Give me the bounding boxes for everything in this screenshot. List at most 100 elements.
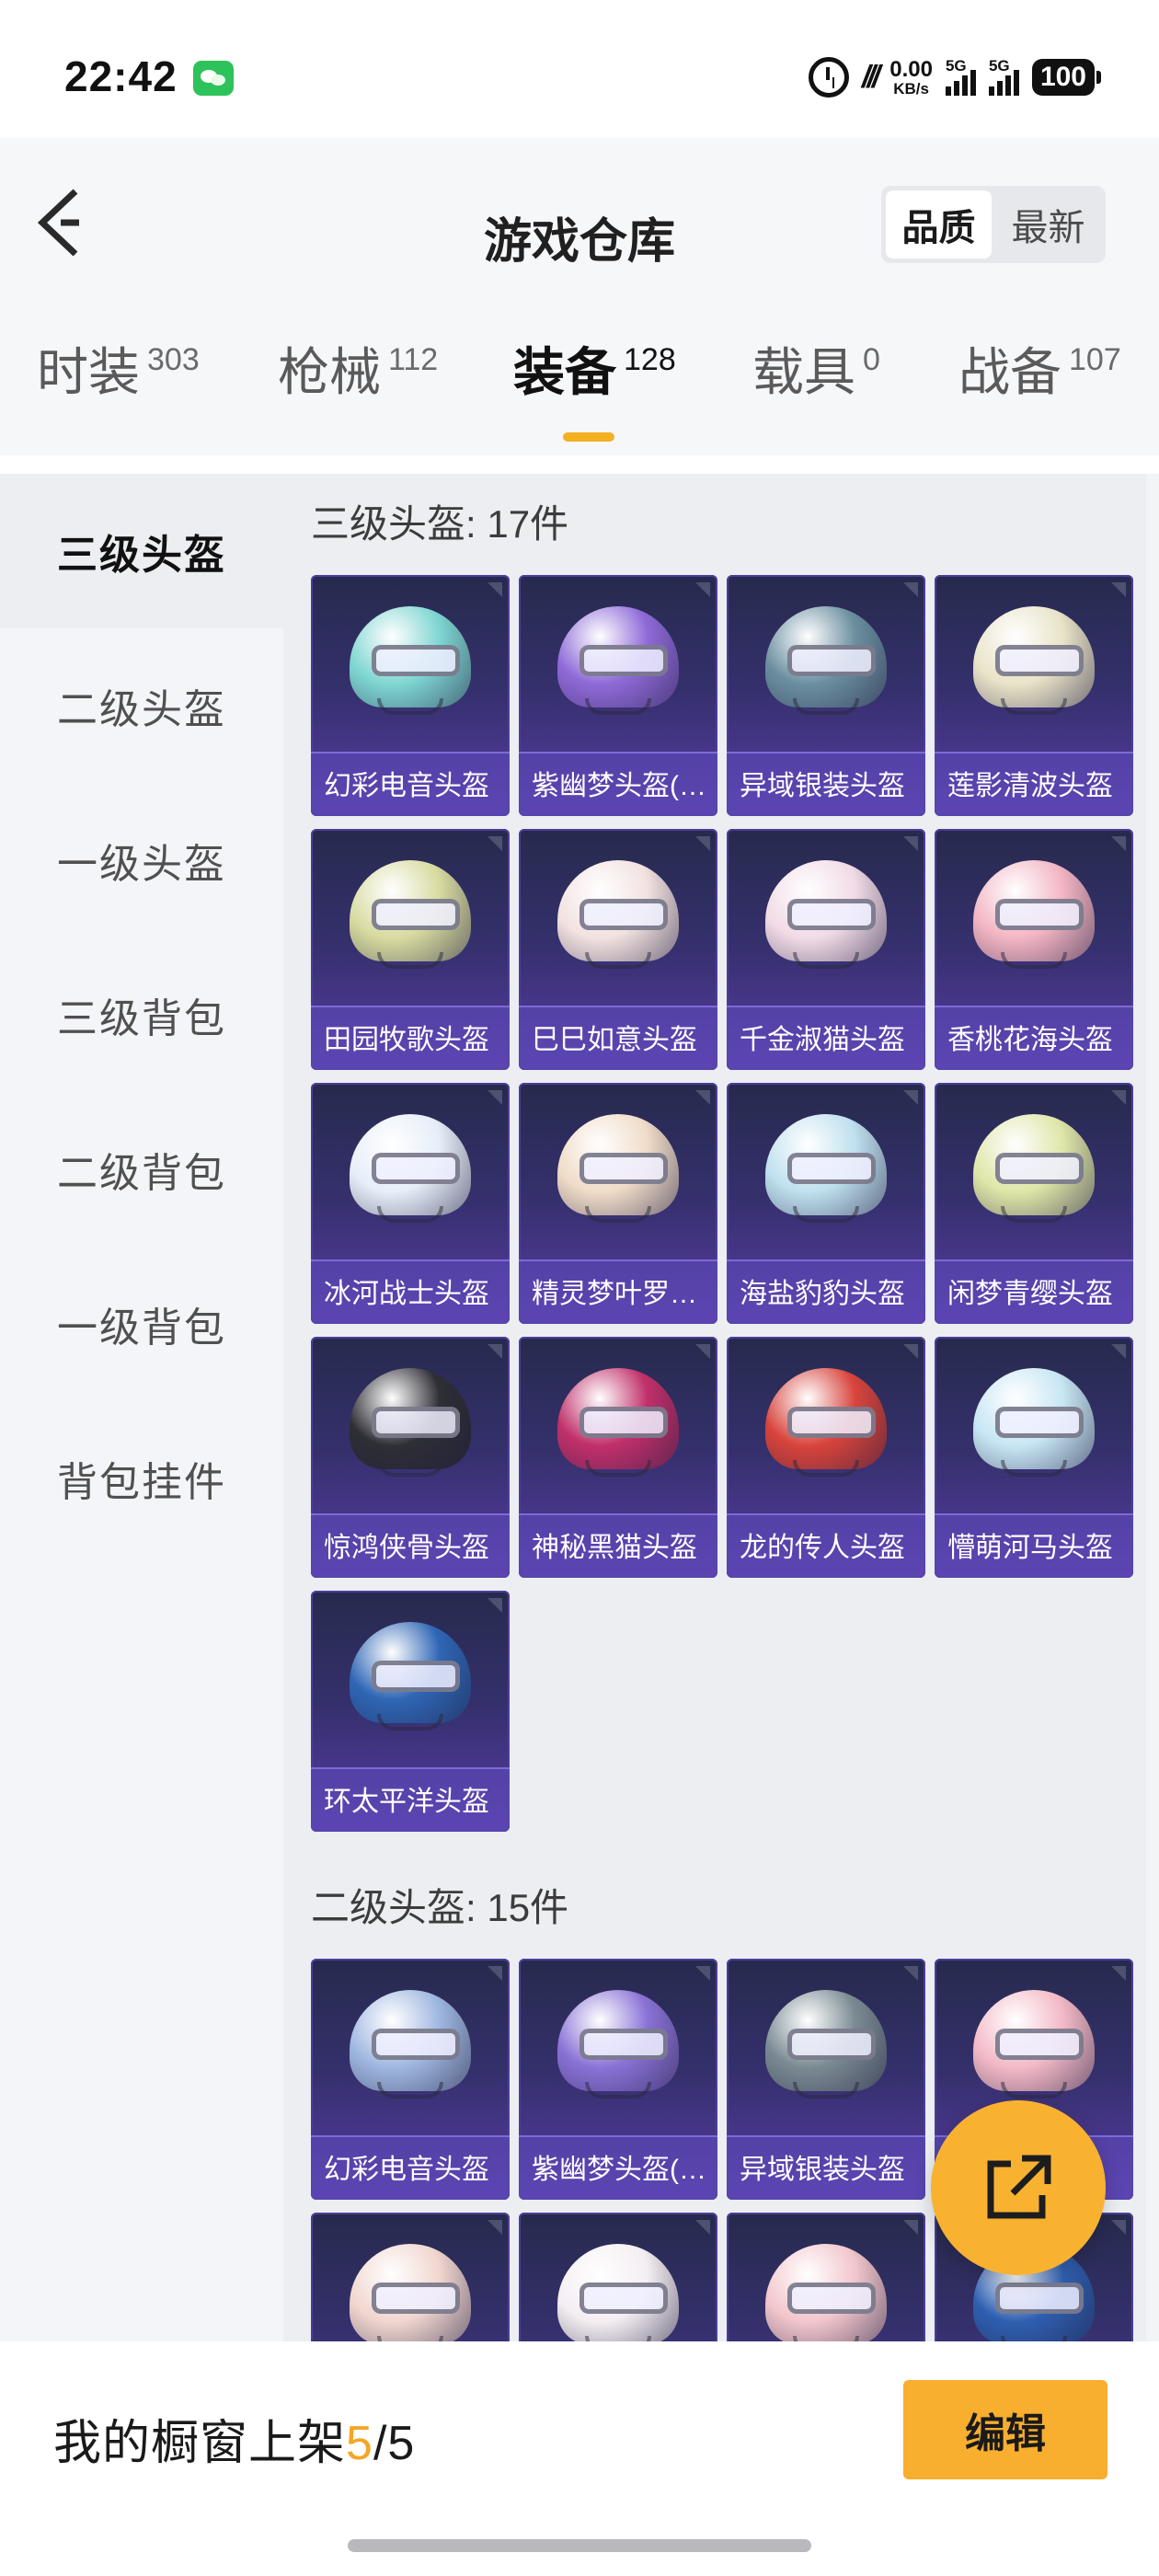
item-card[interactable]: 田园牧歌头盔 [311,829,510,1070]
sort-quality-button[interactable]: 品质 [886,190,992,259]
sidebar-item-level2-helmet[interactable]: 二级头盔 [0,628,283,783]
scrollbar[interactable] [1146,474,1159,2341]
item-name: 千金淑猫头盔 [740,1025,905,1055]
sidebar-item-level1-helmet[interactable]: 一级头盔 [0,783,283,937]
item-card[interactable]: 异域银装头盔 [727,575,925,816]
battery-icon: 100 [1031,59,1102,96]
item-card[interactable]: 紫幽梦头盔(二级) [519,1959,717,2200]
signal-icon: 5G [945,57,976,96]
item-card[interactable]: 千金淑猫头盔 [727,829,925,1070]
sidebar-item-backpack-charm[interactable]: 背包挂件 [0,1401,283,1556]
sidebar: 三级头盔 二级头盔 一级头盔 三级背包 二级背包 一级背包 背包挂件 [0,474,283,2341]
item-card[interactable]: 幻彩电音头盔 [311,1959,510,2200]
item-name: 幻彩电音头盔 [324,2155,489,2185]
status-icons: /// 0.00 KB/s 5G 5G 100 [808,53,1102,101]
helmet-icon [973,1114,1095,1226]
category-tabs: 时装 303 枪械 112 装备 128 载具 0 战备 107 [0,331,1159,451]
item-name: 龙的传人头盔 [740,1533,905,1563]
helmet-icon [765,1114,887,1226]
item-card[interactable]: 异域银装头盔 [727,1959,925,2200]
helmet-icon [557,1368,679,1480]
helmet-icon [973,860,1095,972]
item-name: 神秘黑猫头盔 [532,1533,697,1563]
signal-icon-2: 5G [988,57,1019,96]
item-name: 闲梦青缨头盔 [947,1279,1113,1309]
tab-supplies[interactable]: 战备 107 [958,331,1121,442]
item-name: 冰河战士头盔 [324,1279,489,1309]
showcase-status: 我的橱窗上架5/5 [53,2417,416,2470]
item-name: 异域银装头盔 [740,2155,905,2185]
sidebar-item-level2-backpack[interactable]: 二级背包 [0,1092,283,1247]
item-name: 紫幽梦头盔(三级) [532,771,708,801]
item-list: 三级头盔: 17件 幻彩电音头盔 紫幽梦头盔(三级) 异域银装头盔 莲影清波头盔田园牧… [311,474,1139,2341]
item-card[interactable] [311,2213,510,2341]
helmet-icon [350,1990,471,2102]
home-indicator[interactable] [348,2539,811,2552]
sidebar-item-level3-helmet[interactable]: 三级头盔 [0,474,283,628]
item-card[interactable]: 冰河战士头盔 [311,1083,510,1324]
sort-newest-button[interactable]: 最新 [995,190,1101,259]
item-card[interactable]: 精灵梦叶罗头盔 [519,1083,717,1324]
item-card[interactable]: 环太平洋头盔 [311,1591,510,1832]
item-card[interactable]: 海盐豹豹头盔 [727,1083,925,1324]
item-card[interactable]: 香桃花海头盔 [935,829,1133,1070]
helmet-icon [765,606,887,719]
item-name: 莲影清波头盔 [947,771,1113,801]
item-name: 海盐豹豹头盔 [740,1279,905,1309]
item-name: 香桃花海头盔 [947,1025,1113,1055]
helmet-icon [557,2244,679,2341]
item-name: 异域银装头盔 [740,771,905,801]
helmet-icon [973,606,1095,719]
share-button[interactable] [931,2100,1106,2275]
section-title: 三级头盔: 17件 [311,502,569,546]
helmet-icon [350,606,471,719]
item-name: 环太平洋头盔 [324,1787,489,1817]
item-card[interactable]: 懵萌河马头盔 [935,1337,1133,1578]
sort-toggle: 品质 最新 [881,186,1106,263]
tab-guns[interactable]: 枪械 112 [278,331,438,442]
item-name: 田园牧歌头盔 [324,1025,489,1055]
status-bar: 22:42 /// 0.00 KB/s 5G 5G 100 [0,0,1159,138]
item-grid: 幻彩电音头盔 紫幽梦头盔(三级) 异域银装头盔 莲影清波头盔田园牧歌头盔 巳巳如意头盔 千… [311,575,1139,1832]
item-name: 懵萌河马头盔 [947,1533,1113,1563]
helmet-icon [350,860,471,972]
item-name: 精灵梦叶罗头盔 [532,1279,708,1309]
item-card[interactable]: 神秘黑猫头盔 [519,1337,717,1578]
helmet-icon [350,1368,471,1480]
item-name: 紫幽梦头盔(二级) [532,2155,708,2185]
item-name: 巳巳如意头盔 [532,1025,697,1055]
helmet-icon [973,1990,1095,2102]
item-card[interactable] [727,2213,925,2341]
network-speed: 0.00 KB/s [889,56,933,98]
page-header: 游戏仓库 品质 最新 时装 303 枪械 112 装备 128 载具 0 战备 107 [0,138,1159,455]
tab-fashion[interactable]: 时装 303 [37,331,200,442]
item-card[interactable]: 紫幽梦头盔(三级) [519,575,717,816]
helmet-icon [765,1368,887,1480]
edit-button[interactable]: 编辑 [903,2380,1107,2479]
tab-vehicles[interactable]: 载具 0 [752,331,880,442]
helmet-icon [557,1990,679,2102]
tab-equipment[interactable]: 装备 128 [513,331,676,442]
helmet-icon [350,1114,471,1226]
status-time: 22:42 [64,52,178,100]
item-card[interactable]: 闲梦青缨头盔 [935,1083,1133,1324]
item-card[interactable] [519,2213,717,2341]
helmet-icon [350,2244,471,2341]
item-card[interactable]: 幻彩电音头盔 [311,575,510,816]
sidebar-item-level3-backpack[interactable]: 三级背包 [0,937,283,1092]
item-card[interactable]: 惊鸿侠骨头盔 [311,1337,510,1578]
helmet-icon [765,1990,887,2102]
helmet-icon [765,2244,887,2341]
mobile-data-icon: /// [861,59,880,95]
helmet-icon [350,1622,471,1734]
item-card[interactable]: 莲影清波头盔 [935,575,1133,816]
helmet-icon [557,606,679,719]
item-name: 惊鸿侠骨头盔 [324,1533,489,1563]
helmet-icon [765,860,887,972]
alarm-icon [808,57,849,98]
item-card[interactable]: 巳巳如意头盔 [519,829,717,1070]
item-card[interactable]: 龙的传人头盔 [727,1337,925,1578]
section-title: 二级头盔: 15件 [311,1886,569,1929]
share-external-icon [987,2155,1051,2219]
sidebar-item-level1-backpack[interactable]: 一级背包 [0,1247,283,1401]
